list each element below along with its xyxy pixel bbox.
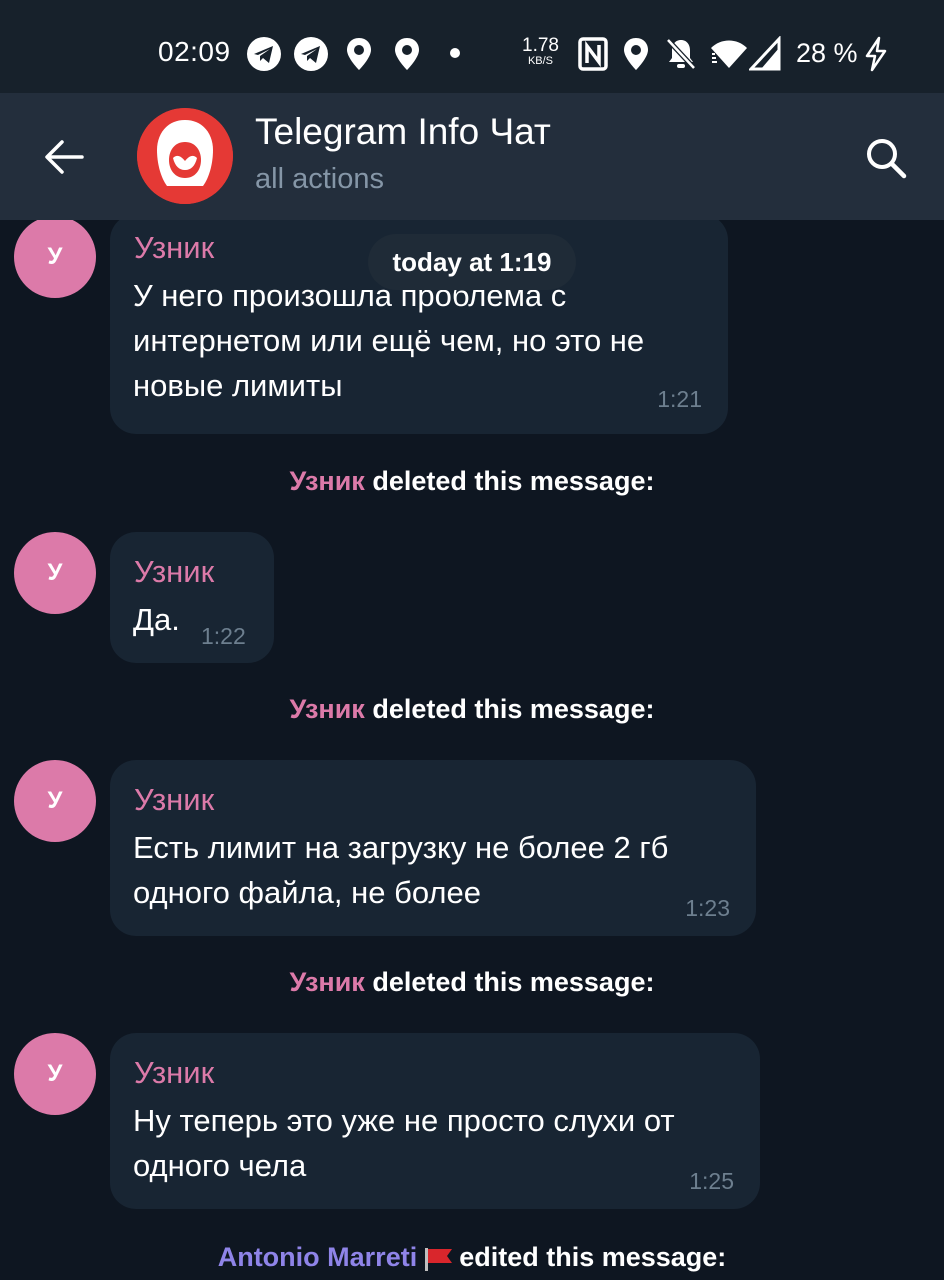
service-actor[interactable]: Узник xyxy=(290,466,365,496)
avatar[interactable]: У xyxy=(14,1033,96,1115)
location-icon xyxy=(391,36,427,72)
service-message: Узник deleted this message: xyxy=(0,967,944,998)
avatar[interactable]: У xyxy=(14,760,96,842)
network-speed-unit: KB/S xyxy=(527,55,554,67)
back-arrow-icon xyxy=(45,140,84,174)
telegram-icon xyxy=(293,36,329,72)
service-message: Antonio Marreti edited this message: xyxy=(0,1242,944,1273)
status-bar: 02:09 1.78 KB/S 28 % xyxy=(0,0,944,93)
battery-level: 28 % xyxy=(796,38,858,68)
message-time: 1:23 xyxy=(685,895,730,921)
message-text: Есть лимит на загрузку не более 2 гб одн… xyxy=(133,825,668,915)
message-text: У него произошла проблема с интернетом и… xyxy=(133,273,644,408)
status-time: 02:09 xyxy=(158,36,231,67)
nfc-icon xyxy=(577,36,613,72)
message-line: новые лимиты xyxy=(133,368,343,403)
avatar[interactable]: У xyxy=(14,220,96,298)
search-button[interactable] xyxy=(858,130,914,186)
notification-dot-icon xyxy=(450,48,460,58)
message-time: 1:22 xyxy=(201,623,246,649)
search-icon xyxy=(867,139,907,179)
sender-name[interactable]: Узник xyxy=(134,782,214,818)
service-actor[interactable]: Узник xyxy=(290,694,365,724)
message-line: интернетом или ещё чем, но это не xyxy=(133,323,645,358)
location-icon xyxy=(343,36,379,72)
service-action: deleted this message: xyxy=(372,466,655,496)
service-action: deleted this message: xyxy=(372,694,655,724)
charging-icon xyxy=(862,36,898,72)
message-line: одного файла, не более xyxy=(133,875,481,910)
chat-title: Telegram Info Чат xyxy=(255,111,551,152)
screen: 02:09 1.78 KB/S 28 % Telegram Info Чат a… xyxy=(0,0,944,1280)
mute-icon xyxy=(664,36,700,72)
chat-subtitle: all actions xyxy=(255,163,384,195)
message-time: 1:21 xyxy=(657,386,702,412)
service-message: Узник deleted this message: xyxy=(0,466,944,497)
location-icon xyxy=(620,36,656,72)
sender-name[interactable]: Узник xyxy=(134,1055,214,1091)
sender-name[interactable]: Узник xyxy=(134,554,214,590)
message-line: Да. xyxy=(133,602,180,637)
service-action: edited this message: xyxy=(459,1242,727,1272)
signal-icon xyxy=(747,35,785,72)
message-time: 1:25 xyxy=(689,1168,734,1194)
message-text: Ну теперь это уже не просто слухи от одн… xyxy=(133,1098,675,1188)
red-flag-icon xyxy=(425,1247,453,1271)
chat-header: Telegram Info Чат all actions xyxy=(0,93,944,220)
message-bubble[interactable]: Узник Ну теперь это уже не просто слухи … xyxy=(110,1033,760,1209)
network-speed: 1.78 KB/S xyxy=(522,36,559,67)
message-text: Да. xyxy=(133,597,180,642)
message-bubble[interactable]: Узник Есть лимит на загрузку не более 2 … xyxy=(110,760,756,936)
chat-log[interactable]: У Узник У него произошла проблема с инте… xyxy=(0,220,944,1280)
message-line: Есть лимит на загрузку не более 2 гб xyxy=(133,830,669,865)
service-actor[interactable]: Узник xyxy=(290,967,365,997)
service-actor[interactable]: Antonio Marreti xyxy=(218,1242,418,1272)
back-button[interactable] xyxy=(36,129,92,185)
network-speed-value: 1.78 xyxy=(522,35,559,56)
message-bubble[interactable]: Узник Да. 1:22 xyxy=(110,532,274,663)
service-action: deleted this message: xyxy=(372,967,655,997)
service-message: Узник deleted this message: xyxy=(0,694,944,725)
avatar[interactable]: У xyxy=(14,532,96,614)
app-logo-icon xyxy=(137,108,233,204)
message-line: одного чела xyxy=(133,1148,307,1183)
message-line: Ну теперь это уже не просто слухи от xyxy=(133,1103,675,1138)
date-pill: today at 1:19 xyxy=(368,234,576,290)
telegram-icon xyxy=(246,36,282,72)
wifi-icon xyxy=(709,36,747,72)
chat-avatar[interactable] xyxy=(137,108,233,204)
sender-name[interactable]: Узник xyxy=(134,230,214,266)
